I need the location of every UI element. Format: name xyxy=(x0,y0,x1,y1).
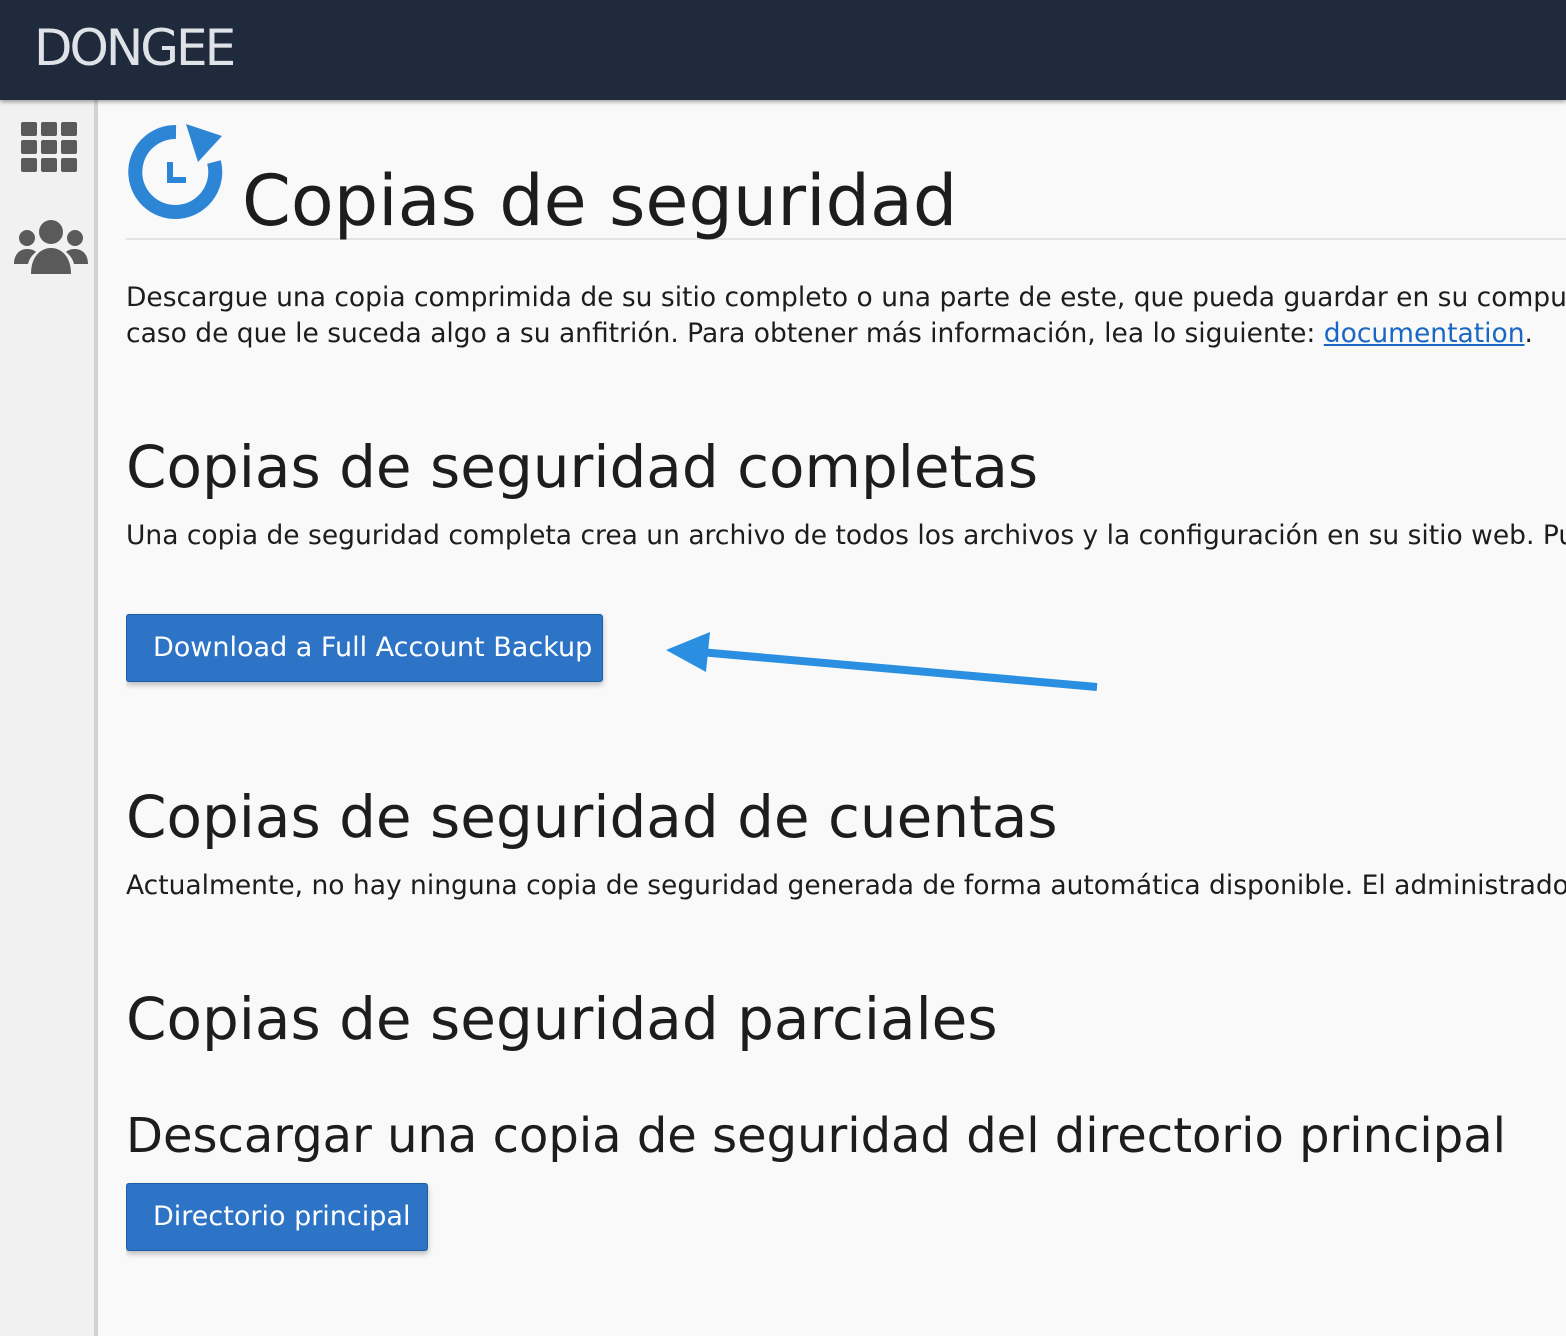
account-backups-heading: Copias de seguridad de cuentas xyxy=(126,783,1058,851)
home-directory-button[interactable]: Directorio principal xyxy=(126,1183,428,1251)
intro-line-2-end: . xyxy=(1524,318,1533,349)
account-backups-description: Actualmente, no hay ninguna copia de seg… xyxy=(126,870,1566,901)
backup-clock-icon xyxy=(128,124,223,219)
sidebar-item-users[interactable] xyxy=(0,206,94,286)
full-backups-heading: Copias de seguridad completas xyxy=(126,433,1039,501)
intro-line-1: Descargue una copia comprimida de su sit… xyxy=(126,282,1566,313)
page-header: Copias de seguridad xyxy=(126,120,1566,242)
grid-icon xyxy=(21,122,77,172)
logo[interactable]: DONGEE xyxy=(34,18,236,78)
annotation-arrow-icon xyxy=(666,632,1098,691)
users-icon xyxy=(14,220,88,274)
intro-line-2: caso de que le suceda algo a su anfitrió… xyxy=(126,318,1324,349)
page-title: Copias de seguridad xyxy=(242,160,958,242)
partial-backups-heading: Copias de seguridad parciales xyxy=(126,985,998,1053)
sidebar-item-tools[interactable] xyxy=(0,110,94,190)
sidebar xyxy=(0,100,98,1336)
main-content: Copias de seguridad Descargue una copia … xyxy=(126,100,1566,1336)
home-directory-subheading: Descargar una copia de seguridad del dir… xyxy=(126,1108,1506,1164)
documentation-link[interactable]: documentation xyxy=(1324,318,1525,349)
top-bar: DONGEE xyxy=(0,0,1566,100)
intro-text: Descargue una copia comprimida de su sit… xyxy=(126,280,1566,352)
full-backups-description: Una copia de seguridad completa crea un … xyxy=(126,520,1566,551)
download-full-backup-button[interactable]: Download a Full Account Backup xyxy=(126,614,603,682)
